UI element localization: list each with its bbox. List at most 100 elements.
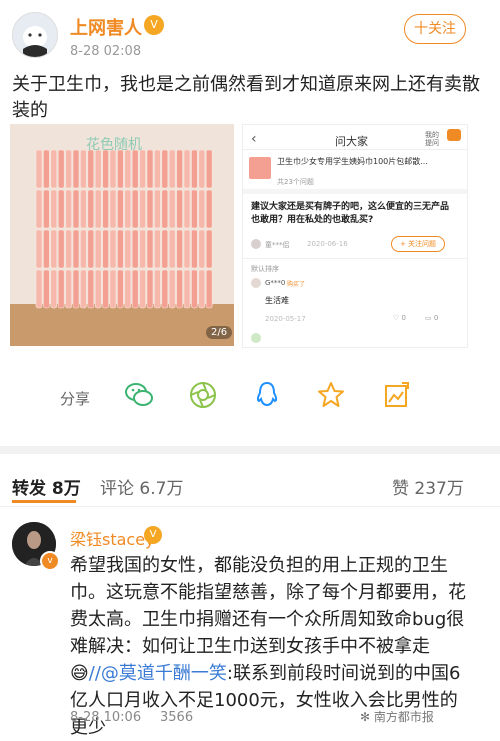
pad-strip (161, 269, 169, 309)
commenter-name[interactable]: 梁钰stacey (70, 526, 155, 550)
qa-follow-button[interactable]: + 关注问题 (391, 236, 445, 252)
pad-strip (191, 149, 198, 189)
save-image-icon[interactable] (382, 380, 412, 410)
author-username[interactable]: 上网害人 (70, 14, 142, 40)
qa-like-icon: ♡ 0 (393, 314, 406, 322)
qa-reply-icon: ▭ 0 (425, 314, 439, 322)
pad-strip (80, 229, 87, 269)
post-text: 关于卫生巾，我也是之前偶然看到才知道原来网上还有卖散装的 (12, 74, 480, 121)
qa-replies: 0 (433, 314, 439, 322)
pad-strip (146, 229, 154, 269)
pad-strip (161, 189, 169, 229)
pad-strip (176, 269, 183, 309)
pad-strip (117, 189, 124, 229)
pad-strip (139, 269, 146, 309)
pad-strip (154, 189, 161, 229)
vip-badge-icon: V (144, 15, 164, 35)
image-page-indicator: 2/6 (206, 326, 233, 339)
qa-ask-date: 2020-06-16 (307, 240, 348, 248)
pad-strip (191, 269, 198, 309)
post-time: 8-28 02:08 (70, 44, 142, 59)
mention-link[interactable]: //@莫道千酬一笑 (89, 663, 227, 684)
pad-strip (198, 189, 206, 229)
post-image-2[interactable]: ‹ 问大家 我的提问 卫生巾少女专用学生姨妈巾100片包邮散... 共23个问题… (242, 124, 468, 348)
pad-strip (183, 189, 191, 229)
pad-strip (43, 269, 50, 309)
pad-strip (57, 189, 65, 229)
pad-strip (35, 269, 43, 309)
share-label: 分享 (60, 390, 91, 408)
pad-strip (124, 189, 132, 229)
tab-repost[interactable]: 转发 8万 (12, 474, 81, 499)
product-thumb (249, 157, 271, 179)
qa-asker: 童***侣 (265, 241, 290, 249)
pad-strip (161, 149, 169, 189)
pad-strip (139, 229, 146, 269)
pad-strip (117, 229, 124, 269)
pad-strip (72, 189, 80, 229)
comment-text-part-a: 希望我国的女性，都能没负担的用上正规的卫生巾。这玩意不能指望慈善，除了每个月都要… (70, 555, 466, 657)
qa-follow-label: 关注问题 (408, 240, 437, 248)
pad-strip (198, 229, 206, 269)
pad-strip (124, 269, 132, 309)
pad-strip (102, 269, 109, 309)
qa-product: 卫生巾少女专用学生姨妈巾100片包邮散... (277, 157, 428, 166)
pad-strip (72, 149, 80, 189)
active-tab-indicator (12, 500, 76, 503)
next-answer-avatar (251, 333, 261, 343)
pad-strip (57, 149, 65, 189)
qa-count: 共23个问题 (277, 178, 314, 186)
pad-strip (205, 269, 213, 309)
pad-strip (124, 149, 132, 189)
pad-strip (176, 229, 183, 269)
pad-strip (50, 189, 58, 229)
author-avatar[interactable] (12, 12, 58, 58)
qa-menu-icon (447, 129, 461, 141)
pad-strip (139, 189, 146, 229)
pad-strip (154, 229, 161, 269)
pad-strip (109, 229, 117, 269)
pads-photo (10, 124, 234, 346)
pad-strip (176, 149, 183, 189)
pad-strip (50, 269, 58, 309)
answerer-avatar (251, 278, 261, 288)
pad-strip (57, 229, 65, 269)
back-icon: ‹ (251, 131, 257, 147)
pad-strip (109, 149, 117, 189)
pad-strip (168, 229, 176, 269)
comment-time: 8-28 10:06 (70, 710, 142, 725)
pad-strip (131, 229, 139, 269)
pad-strip (65, 149, 72, 189)
pad-strip (131, 269, 139, 309)
pad-strip (102, 189, 109, 229)
pad-strip (35, 149, 43, 189)
pad-strip (35, 189, 43, 229)
qa-answerer: G***0 (265, 279, 286, 287)
pad-strip (72, 269, 80, 309)
post-image-1[interactable]: 花色随机 (10, 124, 234, 346)
pad-strip (109, 269, 117, 309)
qq-icon[interactable] (252, 380, 282, 410)
pad-strip (168, 149, 176, 189)
qa-sort[interactable]: 默认排序 (251, 264, 279, 274)
tab-comments[interactable]: 评论 6.7万 (100, 474, 183, 499)
qa-question: 建议大家还是买有牌子的吧，这么便宜的三无产品也敢用？用在私处的也敢乱买? (251, 202, 450, 225)
pad-strip (131, 189, 139, 229)
pad-strip (191, 189, 198, 229)
pad-strip (50, 149, 58, 189)
pad-strip (87, 189, 95, 229)
pad-strip (191, 229, 198, 269)
pad-strip (72, 229, 80, 269)
qzone-star-icon[interactable] (316, 380, 346, 410)
pad-strip (94, 269, 102, 309)
wechat-icon[interactable] (124, 380, 154, 410)
follow-button[interactable]: 十关注 (404, 14, 466, 44)
watermark-text: 南方都市报 (373, 710, 434, 724)
tab-likes[interactable]: 赞 237万 (392, 474, 464, 499)
pad-strip (65, 269, 72, 309)
moments-icon[interactable] (188, 380, 218, 410)
pad-strip (43, 229, 50, 269)
pad-strip (183, 149, 191, 189)
qa-answerer-tag: 购买了 (287, 281, 306, 288)
qa-title: 问大家 (335, 135, 368, 148)
